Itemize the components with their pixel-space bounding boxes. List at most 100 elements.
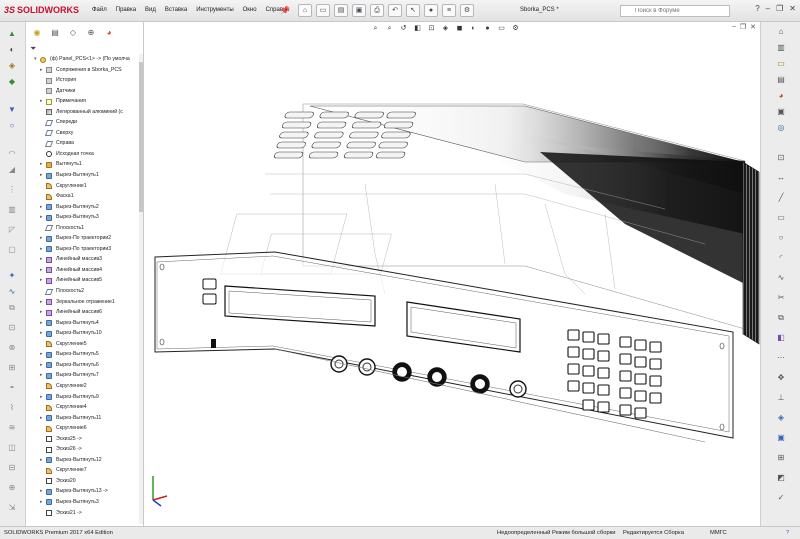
feature-tree-tab-icon[interactable]: ◉ <box>30 26 44 39</box>
restore-icon[interactable]: ❐ <box>776 4 783 13</box>
graphics-area[interactable]: ⌕ ⌕ ↺ ◧ ⊡ ◈ ◼ ◐ ● ▭ ⚙ – ❐ ✕ <box>145 22 760 526</box>
menu-tools[interactable]: Инструменты <box>196 7 233 13</box>
tree-item[interactable]: Спереди <box>26 117 142 128</box>
tree-item[interactable]: История <box>26 75 142 86</box>
viewport-close-icon[interactable]: ✕ <box>750 23 756 31</box>
tree-item[interactable]: Скругление7 <box>26 465 142 476</box>
move-entities-icon[interactable]: ✥ <box>775 372 787 383</box>
tree-item[interactable]: Скругление6 <box>26 423 142 434</box>
filter-icon[interactable]: ⏷ <box>30 44 36 54</box>
tree-item[interactable]: Скругление1 <box>26 181 142 192</box>
status-units[interactable]: MMГС <box>710 527 727 539</box>
tree-item[interactable]: ▸ Сопряжения в Sborka_PCS <box>26 65 142 76</box>
expand-arrow-icon[interactable]: ▸ <box>40 392 43 403</box>
zoom-to-area-icon[interactable]: ⌕ <box>384 23 395 34</box>
dynamic-annotation-icon[interactable]: ⊡ <box>426 23 437 34</box>
tree-item[interactable]: ▸ Вырез-Вытянуть10 <box>26 328 142 339</box>
expand-arrow-icon[interactable]: ▸ <box>40 360 43 371</box>
tree-item[interactable]: Скругление5 <box>26 339 142 350</box>
tree-item[interactable]: Легированный алюминий (с <box>26 107 142 118</box>
appearances-icon[interactable]: ◕ <box>775 90 787 101</box>
front-panel[interactable] <box>154 251 734 439</box>
viewport-restore-icon[interactable]: ❐ <box>740 23 746 31</box>
expand-arrow-icon[interactable]: ▸ <box>40 370 43 381</box>
select-icon[interactable]: ↖ <box>406 4 420 17</box>
print-icon[interactable]: ⎙ <box>370 4 384 17</box>
tree-item[interactable]: Эскиз25 -> <box>26 434 142 445</box>
tree-item[interactable]: Фаска1 <box>26 191 142 202</box>
tree-item[interactable]: ▸ Вырез-Вытянуть3 <box>26 212 142 223</box>
tree-item[interactable]: ▸ Вырез-По траектории2 <box>26 233 142 244</box>
rectangle-icon[interactable]: ▭ <box>775 212 787 223</box>
deform-icon[interactable]: ≋ <box>5 422 19 433</box>
hole-wizard-icon[interactable]: ○ <box>5 120 19 131</box>
feature-tree-scroll-thumb[interactable] <box>139 62 143 212</box>
expand-arrow-icon[interactable]: ▸ <box>40 96 43 107</box>
linear-pattern-icon[interactable]: ⋮ <box>5 184 19 195</box>
display-style-icon[interactable]: ◼ <box>454 23 465 34</box>
pin-icon[interactable]: 📌 <box>280 6 290 15</box>
dimxpert-tab-icon[interactable]: ⊕ <box>84 26 98 39</box>
expand-arrow-icon[interactable]: ▸ <box>40 349 43 360</box>
open-icon[interactable]: ▤ <box>334 4 348 17</box>
expand-arrow-icon[interactable]: ▸ <box>40 159 43 170</box>
tree-item[interactable]: ▸ Вырез-Вытянуть3 <box>26 497 142 508</box>
search-input[interactable] <box>620 5 730 17</box>
options-icon[interactable]: ⚙ <box>460 4 474 17</box>
custom-properties-icon[interactable]: ▣ <box>775 106 787 117</box>
expand-arrow-icon[interactable]: ▸ <box>40 318 43 329</box>
close-icon[interactable]: ✕ <box>789 4 796 13</box>
tree-item[interactable]: ▸ Вытянуть1 <box>26 159 142 170</box>
edit-appearance-icon[interactable]: ● <box>482 23 493 34</box>
fillet-icon[interactable]: ◠ <box>5 148 19 159</box>
tree-item[interactable]: ▸ Линейный массив4 <box>26 265 142 276</box>
tree-item[interactable]: ▸ Вырез-Вытянуть4 <box>26 318 142 329</box>
minimize-icon[interactable]: – <box>766 4 770 13</box>
tree-item[interactable]: ▸ Вырез-По траектории3 <box>26 244 142 255</box>
spline-icon[interactable]: ∿ <box>775 272 787 283</box>
configuration-tab-icon[interactable]: ◇ <box>66 26 80 39</box>
extrude-boss-icon[interactable]: ▲ <box>5 28 19 39</box>
tree-item[interactable]: Эскиз20 <box>26 476 142 487</box>
tree-item[interactable]: ▸ Вырез-Вытянуть11 <box>26 413 142 424</box>
save-icon[interactable]: ▣ <box>352 4 366 17</box>
menu-window[interactable]: Окно <box>243 7 257 13</box>
expand-arrow-icon[interactable]: ▸ <box>40 328 43 339</box>
tree-item[interactable]: ▸ Вырез-Вытянуть2 <box>26 202 142 213</box>
expand-arrow-icon[interactable]: ▸ <box>40 233 43 244</box>
menu-file[interactable]: Файл <box>92 7 107 13</box>
move-face-icon[interactable]: ⇲ <box>5 502 19 513</box>
view-palette-icon[interactable]: ▤ <box>775 74 787 85</box>
help-icon[interactable]: ? <box>755 4 759 13</box>
expand-arrow-icon[interactable]: ▸ <box>40 307 43 318</box>
zoom-to-fit-icon[interactable]: ⌕ <box>370 23 381 34</box>
solidworks-resources-icon[interactable]: ⌂ <box>775 26 787 37</box>
linear-sketch-pattern-icon[interactable]: ⋯ <box>775 352 787 363</box>
expand-arrow-icon[interactable]: ▸ <box>40 65 43 76</box>
expand-arrow-icon[interactable]: ▸ <box>40 170 43 181</box>
undo-icon[interactable]: ↶ <box>388 4 402 17</box>
expand-arrow-icon[interactable]: ▸ <box>40 297 43 308</box>
tree-item[interactable]: Скругление4 <box>26 402 142 413</box>
draft-icon[interactable]: ◸ <box>5 224 19 235</box>
extruded-cut-icon[interactable]: ▼ <box>5 104 19 115</box>
expand-arrow-icon[interactable]: ▸ <box>40 265 43 276</box>
menu-edit[interactable]: Правка <box>116 7 136 13</box>
offset-icon[interactable]: ⧉ <box>775 312 787 323</box>
expand-arrow-icon[interactable]: ▸ <box>40 275 43 286</box>
sketch-tools-icon[interactable]: ⊡ <box>775 152 787 163</box>
revolve-icon[interactable]: ◐ <box>5 44 19 55</box>
tree-item[interactable]: ▸ Вырез-Вытянуть13 -> <box>26 486 142 497</box>
loft-icon[interactable]: ◆ <box>5 76 19 87</box>
status-help-icon[interactable]: ? <box>786 527 789 539</box>
shell-icon[interactable]: ▢ <box>5 244 19 255</box>
tree-item[interactable]: ▸ Примечания <box>26 96 142 107</box>
tree-item[interactable]: Эскиз26 -> <box>26 444 142 455</box>
intersect-icon[interactable]: ⊗ <box>5 342 19 353</box>
repair-sketch-icon[interactable]: ✓ <box>775 492 787 503</box>
tree-item[interactable]: ▸ Линейный массив3 <box>26 254 142 265</box>
tree-item[interactable]: ▸ Вырез-Вытянуть6 <box>26 360 142 371</box>
sweep-icon[interactable]: ◈ <box>5 60 19 71</box>
curves-icon[interactable]: ∿ <box>5 286 19 297</box>
mirror-entities-icon[interactable]: ◧ <box>775 332 787 343</box>
